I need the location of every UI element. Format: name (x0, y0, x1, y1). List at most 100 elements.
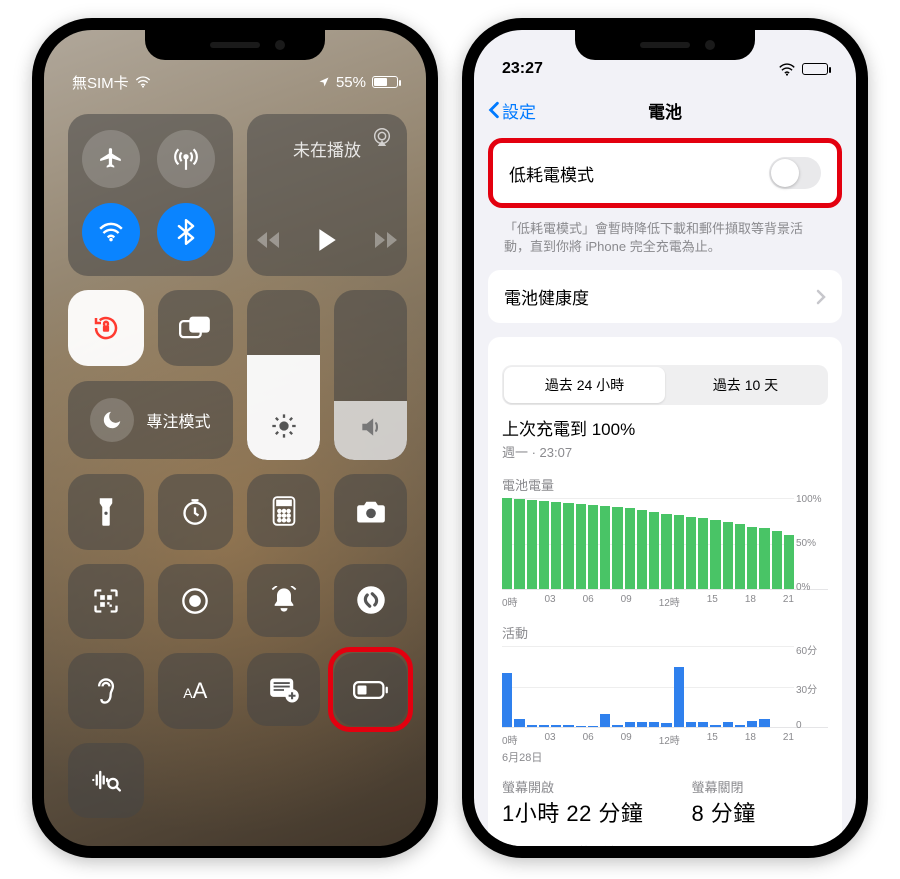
screen-on-value: 1小時 22 分鐘 (502, 796, 643, 828)
per-app-header: 依 APP 分類的電池用量 顯示活動 (502, 828, 828, 846)
activity-xlabels: 0時03 0609 12時15 1821 (502, 732, 828, 747)
low-power-toggle[interactable] (769, 157, 821, 189)
settings-screen: 23:27 設定 電池 低耗電模式 「低耗電模式」會暫時降低下載和郵件擷取等背景… (474, 30, 856, 846)
rewind-icon[interactable] (257, 231, 281, 249)
per-app-label: 依 APP 分類的電池用量 (506, 842, 643, 846)
text-size-button[interactable]: AA (158, 653, 234, 729)
level-chart-label: 電池電量 (502, 475, 828, 494)
page-title: 電池 (648, 98, 682, 123)
quick-note-button[interactable] (247, 653, 320, 726)
calculator-icon (272, 496, 296, 526)
phone-right: 23:27 設定 電池 低耗電模式 「低耗電模式」會暫時降低下載和郵件擷取等背景… (462, 18, 868, 858)
battery-icon (802, 63, 828, 75)
qr-scanner-button[interactable] (68, 564, 144, 640)
bluetooth-button[interactable] (157, 203, 215, 261)
control-center-grid: 未在播放 (44, 104, 426, 808)
connectivity-tile[interactable] (68, 114, 233, 276)
battery-icon (353, 680, 389, 700)
chart-date: 6月28日 (502, 749, 828, 765)
camera-icon (356, 499, 386, 523)
seg-24h[interactable]: 過去 24 小時 (504, 367, 665, 403)
chevron-right-icon (816, 289, 826, 305)
wifi-icon (135, 76, 151, 88)
shazam-icon (356, 585, 386, 615)
activity-chart-label: 活動 (502, 623, 828, 642)
airplane-mode-button[interactable] (82, 130, 140, 188)
activity-chart: 60分 30分 0 (502, 646, 828, 728)
back-button[interactable]: 設定 (488, 98, 536, 123)
level-chart: 100% 50% 0% (502, 498, 828, 590)
forward-icon[interactable] (373, 231, 397, 249)
screen-record-button[interactable] (158, 564, 234, 640)
shazam-button[interactable] (334, 564, 407, 637)
qr-icon (92, 587, 120, 615)
rotation-lock-button[interactable] (68, 290, 144, 366)
screen-mirroring-button[interactable] (158, 290, 234, 366)
chevron-left-icon (488, 101, 500, 119)
volume-icon (358, 414, 384, 440)
camera-button[interactable] (334, 474, 407, 547)
wifi-icon (98, 222, 124, 242)
focus-label: 專注模式 (146, 408, 210, 432)
timer-button[interactable] (158, 474, 234, 550)
airplane-icon (98, 146, 124, 172)
battery-health-label: 電池健康度 (504, 284, 589, 309)
silent-mode-button[interactable] (247, 564, 320, 637)
low-power-note: 「低耗電模式」會暫時降低下載和郵件擷取等背景活動，直到你將 iPhone 完全充… (488, 214, 842, 270)
moon-icon (101, 409, 123, 431)
flashlight-icon (96, 497, 116, 527)
screen-off-value: 8 分鐘 (691, 796, 755, 828)
battery-usage-block: 過去 24 小時 過去 10 天 上次充電到 100% 週一 · 23:07 電… (488, 337, 842, 846)
screen-on-label: 螢幕開啟 (502, 777, 643, 796)
airplay-icon[interactable] (371, 126, 393, 148)
cellular-data-button[interactable] (157, 130, 215, 188)
volume-slider[interactable] (334, 290, 407, 460)
brightness-icon (270, 412, 298, 440)
media-tile[interactable]: 未在播放 (247, 114, 407, 276)
screen-mirroring-icon (179, 315, 211, 341)
brightness-slider[interactable] (247, 290, 320, 460)
rotation-lock-icon (91, 313, 121, 343)
record-icon (181, 587, 209, 615)
nav-bar: 設定 電池 (474, 88, 856, 132)
note-add-icon (269, 677, 299, 703)
hearing-button[interactable] (68, 653, 144, 729)
notch (575, 30, 755, 60)
carrier-label: 無SIM卡 (72, 72, 129, 93)
wifi-icon (778, 63, 796, 76)
bluetooth-icon (176, 219, 196, 245)
phone-left: 無SIM卡 55% (32, 18, 438, 858)
usage-row: 螢幕開啟 1小時 22 分鐘 螢幕關閉 8 分鐘 (502, 777, 828, 828)
play-icon[interactable] (317, 228, 337, 252)
low-power-mode-button[interactable] (334, 653, 407, 726)
timer-icon (181, 498, 209, 526)
content: 低耗電模式 「低耗電模式」會暫時降低下載和郵件擷取等背景活動，直到你將 iPho… (474, 132, 856, 846)
level-xlabels: 0時03 0609 12時15 1821 (502, 594, 828, 609)
bell-icon (271, 586, 297, 614)
focus-mode-button[interactable]: 專注模式 (68, 381, 233, 459)
last-charge-sub: 週一 · 23:07 (502, 442, 828, 461)
antenna-icon (173, 146, 199, 172)
battery-percent: 55% (336, 74, 366, 91)
status-time: 23:27 (502, 60, 543, 78)
battery-health-cell[interactable]: 電池健康度 (488, 270, 842, 323)
wifi-button[interactable] (82, 203, 140, 261)
ear-icon (94, 676, 118, 706)
low-power-label: 低耗電模式 (509, 161, 594, 186)
last-charge-title: 上次充電到 100% (502, 415, 828, 440)
screen-off-label: 螢幕關閉 (691, 777, 755, 796)
calculator-button[interactable] (247, 474, 320, 547)
seg-10d[interactable]: 過去 10 天 (665, 367, 826, 403)
battery-icon (372, 76, 398, 88)
flashlight-button[interactable] (68, 474, 144, 550)
show-activity-link[interactable]: 顯示活動 (772, 842, 824, 846)
media-title: 未在播放 (293, 136, 361, 161)
location-icon (318, 76, 330, 88)
notch (145, 30, 325, 60)
waveform-search-icon (91, 767, 121, 793)
control-center-screen: 無SIM卡 55% (44, 30, 426, 846)
back-label: 設定 (502, 98, 536, 123)
low-power-cell[interactable]: 低耗電模式 (488, 138, 842, 208)
sound-recognition-button[interactable] (68, 743, 144, 819)
time-range-segmented[interactable]: 過去 24 小時 過去 10 天 (502, 365, 828, 405)
